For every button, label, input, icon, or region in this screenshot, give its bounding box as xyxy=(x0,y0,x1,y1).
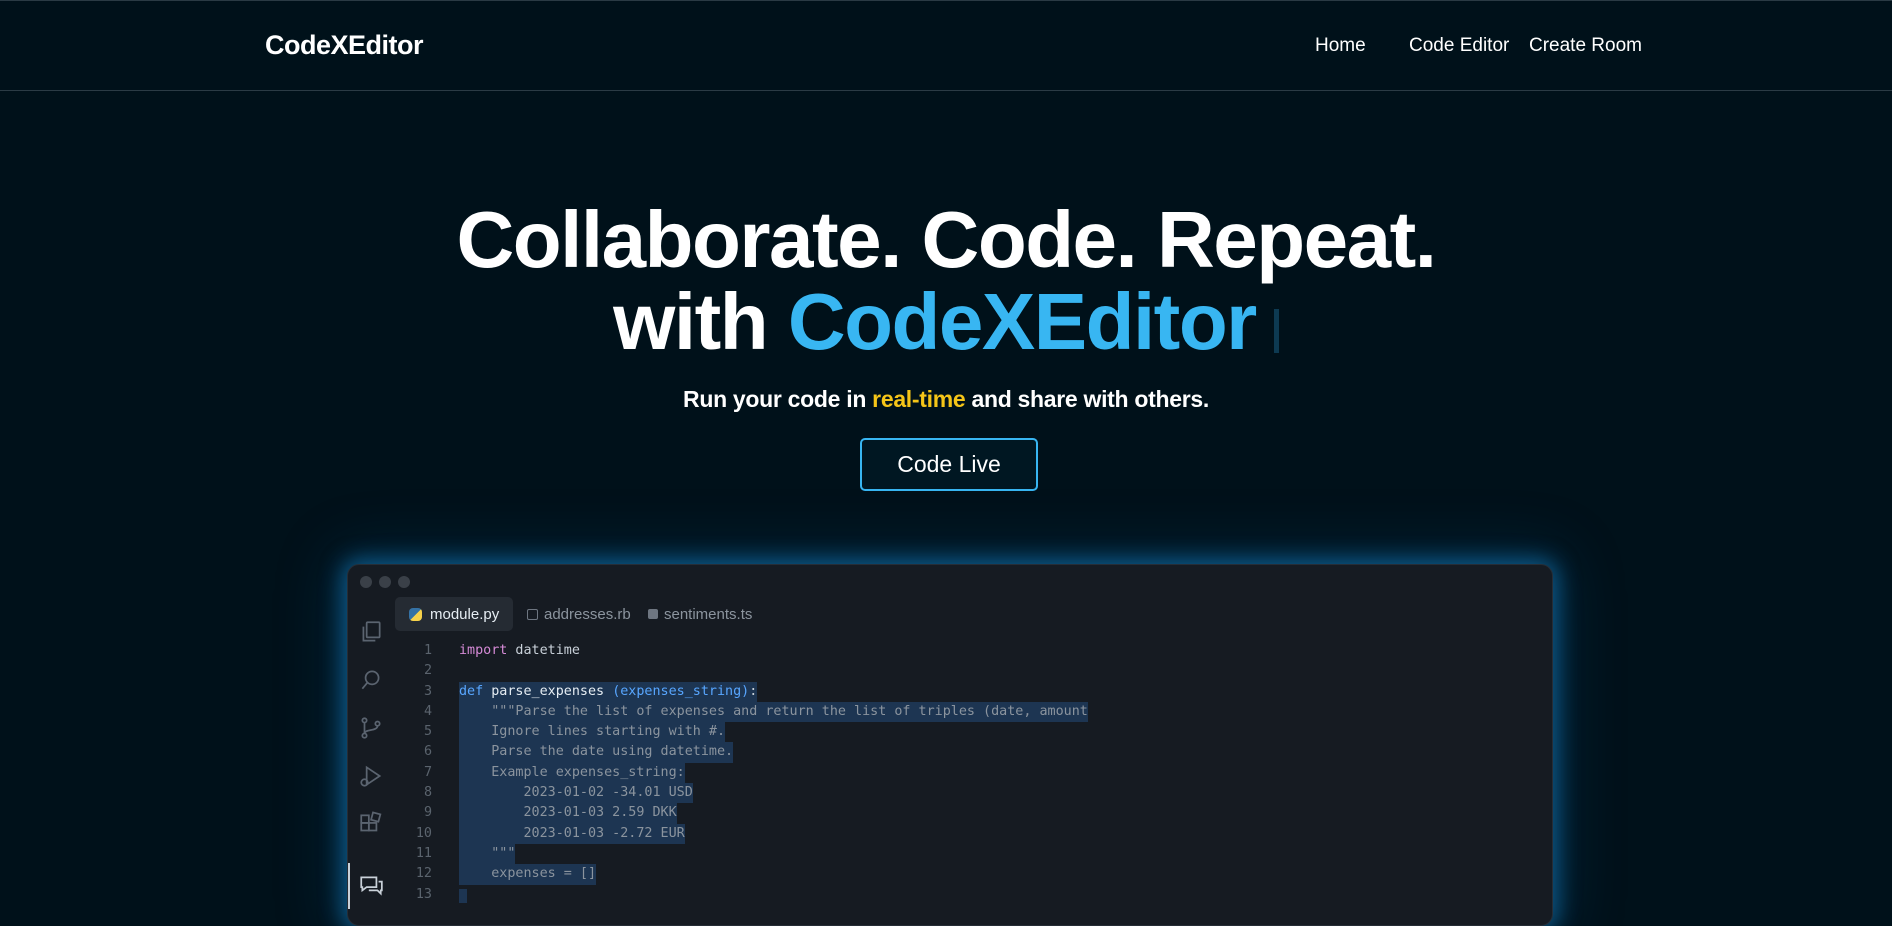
hero-title-line2: with CodeXEditor xyxy=(0,278,1892,366)
hero-brand-accent: CodeXEditor xyxy=(787,277,1257,366)
code-line: 1 import datetime xyxy=(348,641,1552,661)
line-number: 1 xyxy=(423,643,432,658)
code-line: 6 Parse the date using datetime. xyxy=(348,742,1552,763)
tab-sentiments-ts[interactable]: sentiments.ts xyxy=(648,597,752,631)
typescript-file-icon xyxy=(648,609,658,619)
code-text: 2023-01-03 2.59 DKK xyxy=(459,803,677,824)
ruby-file-icon xyxy=(527,608,538,620)
code-line: 3 def parse_expenses (expenses_string): xyxy=(348,681,1552,702)
line-number: 9 xyxy=(423,805,432,821)
code-area[interactable]: 1 import datetime 2 3 def parse_expenses (… xyxy=(348,641,1552,905)
line-number: 5 xyxy=(423,724,432,740)
code-keyword: def xyxy=(459,683,484,699)
tab-module-py[interactable]: module.py xyxy=(395,597,514,631)
nav-code-editor-link[interactable]: Code Editor xyxy=(1409,35,1509,57)
tab-label: sentiments.ts xyxy=(664,605,753,623)
code-line: 12 expenses = [] xyxy=(348,864,1552,885)
nav-create-room-link[interactable]: Create Room xyxy=(1529,35,1642,57)
code-text: Parse the date using datetime. xyxy=(459,742,734,763)
tab-addresses-rb[interactable]: addresses.rb xyxy=(527,597,631,631)
code-param: (expenses_string) xyxy=(612,683,750,699)
code-text: datetime xyxy=(507,643,580,658)
code-line: 4 """Parse the list of expenses and retu… xyxy=(348,701,1552,723)
code-line: 11 """ xyxy=(348,843,1552,865)
code-text: """Parse the list of expenses and return… xyxy=(459,701,1088,723)
line-number: 4 xyxy=(423,703,432,719)
code-text: Ignore lines starting with #. xyxy=(459,722,726,743)
line-number: 6 xyxy=(423,744,432,760)
brand-logo[interactable]: CodeXEditor xyxy=(265,30,424,61)
code-line: 13 xyxy=(348,885,1552,905)
code-line: 9 2023-01-03 2.59 DKK xyxy=(348,803,1552,824)
python-icon xyxy=(409,607,422,621)
code-line: 8 2023-01-02 -34.01 USD xyxy=(348,783,1552,804)
code-keyword: import xyxy=(459,643,508,658)
line-number: 8 xyxy=(423,785,432,801)
code-text: """ xyxy=(459,843,516,865)
tab-label: addresses.rb xyxy=(544,605,631,623)
text-cursor xyxy=(459,888,467,903)
hero-with-text: with xyxy=(613,277,788,366)
subtitle-post: and share with others. xyxy=(965,386,1209,412)
tab-label: module.py xyxy=(430,605,500,623)
close-dot-icon xyxy=(360,576,372,588)
line-number: 12 xyxy=(415,866,432,882)
window-controls xyxy=(360,575,417,593)
editor-preview-window: module.py addresses.rb sentiments.ts 1 im… xyxy=(347,564,1553,926)
code-line: 5 Ignore lines starting with #. xyxy=(348,722,1552,743)
code-text: 2023-01-02 -34.01 USD xyxy=(459,783,693,804)
code-line: 2 xyxy=(348,661,1552,681)
line-number: 3 xyxy=(423,683,432,699)
line-number: 10 xyxy=(415,825,432,841)
line-number: 2 xyxy=(423,663,432,679)
nav-home-link[interactable]: Home xyxy=(1315,35,1366,57)
line-number: 7 xyxy=(423,764,432,780)
line-number: 11 xyxy=(415,845,432,861)
code-text: expenses = [] xyxy=(459,864,597,885)
code-function-name: parse_expenses xyxy=(483,683,613,699)
code-text: : xyxy=(749,683,758,699)
line-number: 13 xyxy=(415,886,432,902)
code-live-button[interactable]: Code Live xyxy=(860,438,1038,491)
maximize-dot-icon xyxy=(398,576,410,588)
hero-title-line1: Collaborate. Code. Repeat. xyxy=(456,195,1437,284)
code-text: Example expenses_string: xyxy=(459,762,685,784)
hero-subtitle: Run your code in real-time and share wit… xyxy=(0,386,1892,413)
subtitle-pre: Run your code in xyxy=(683,386,873,412)
code-line: 7 Example expenses_string: xyxy=(348,762,1552,784)
code-text: 2023-01-03 -2.72 EUR xyxy=(459,823,685,844)
typing-caret xyxy=(1273,309,1279,353)
code-line: 10 2023-01-03 -2.72 EUR xyxy=(348,823,1552,844)
minimize-dot-icon xyxy=(379,576,391,588)
navbar: CodeXEditor Home Code Editor Create Room xyxy=(0,1,1892,91)
subtitle-highlight: real-time xyxy=(872,386,966,412)
